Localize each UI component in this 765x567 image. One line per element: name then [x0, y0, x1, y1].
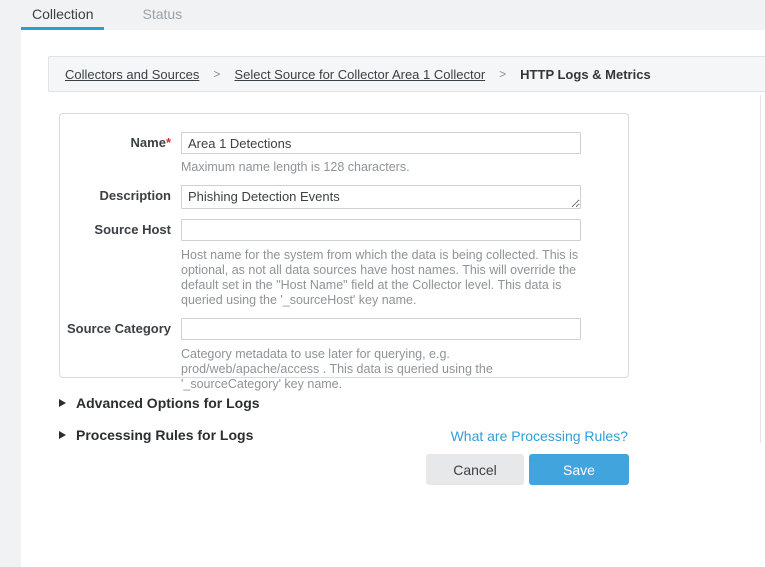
source-category-help-text: Category metadata to use later for query… — [181, 347, 581, 392]
processing-rules-toggle[interactable]: Processing Rules for Logs — [59, 427, 253, 443]
name-row: Name* Maximum name length is 128 charact… — [60, 132, 628, 175]
source-category-label: Source Category — [60, 318, 181, 340]
description-row: Description Phishing Detection Events — [60, 185, 628, 209]
tab-bar: Collection Status — [0, 0, 765, 30]
advanced-options-label: Advanced Options for Logs — [76, 395, 260, 411]
source-host-row: Source Host Host name for the system fro… — [60, 219, 628, 308]
source-config-screen: Collection Status Collectors and Sources… — [0, 0, 765, 567]
processing-rules-label: Processing Rules for Logs — [76, 427, 253, 443]
name-input[interactable] — [181, 132, 581, 154]
save-button[interactable]: Save — [529, 454, 629, 485]
source-category-row: Source Category Category metadata to use… — [60, 318, 628, 392]
breadcrumb-separator: > — [213, 67, 220, 81]
form-actions: Cancel Save — [426, 454, 629, 485]
source-form-panel: Name* Maximum name length is 128 charact… — [59, 113, 629, 378]
triangle-right-icon — [59, 399, 66, 407]
breadcrumb-separator: > — [499, 67, 506, 81]
source-host-input[interactable] — [181, 219, 581, 241]
breadcrumb: Collectors and Sources > Select Source f… — [48, 56, 765, 92]
triangle-right-icon — [59, 431, 66, 439]
required-asterisk: * — [166, 135, 171, 150]
tab-status-label: Status — [142, 6, 182, 22]
breadcrumb-current-page: HTTP Logs & Metrics — [520, 67, 651, 82]
name-help-text: Maximum name length is 128 characters. — [181, 160, 581, 175]
tab-status[interactable]: Status — [131, 0, 193, 30]
source-category-input[interactable] — [181, 318, 581, 340]
advanced-options-toggle[interactable]: Advanced Options for Logs — [59, 395, 260, 411]
name-label: Name* — [60, 132, 181, 154]
breadcrumb-link-collectors-and-sources[interactable]: Collectors and Sources — [65, 67, 199, 82]
tab-collection[interactable]: Collection — [21, 0, 104, 30]
breadcrumb-link-select-source[interactable]: Select Source for Collector Area 1 Colle… — [234, 67, 485, 82]
cancel-button[interactable]: Cancel — [426, 454, 524, 485]
description-input[interactable]: Phishing Detection Events — [181, 185, 581, 209]
source-host-help-text: Host name for the system from which the … — [181, 248, 581, 308]
content-right-border — [760, 95, 761, 443]
source-host-label: Source Host — [60, 219, 181, 241]
processing-rules-help-link[interactable]: What are Processing Rules? — [451, 428, 628, 444]
tab-collection-label: Collection — [32, 6, 93, 22]
description-label: Description — [60, 185, 181, 209]
